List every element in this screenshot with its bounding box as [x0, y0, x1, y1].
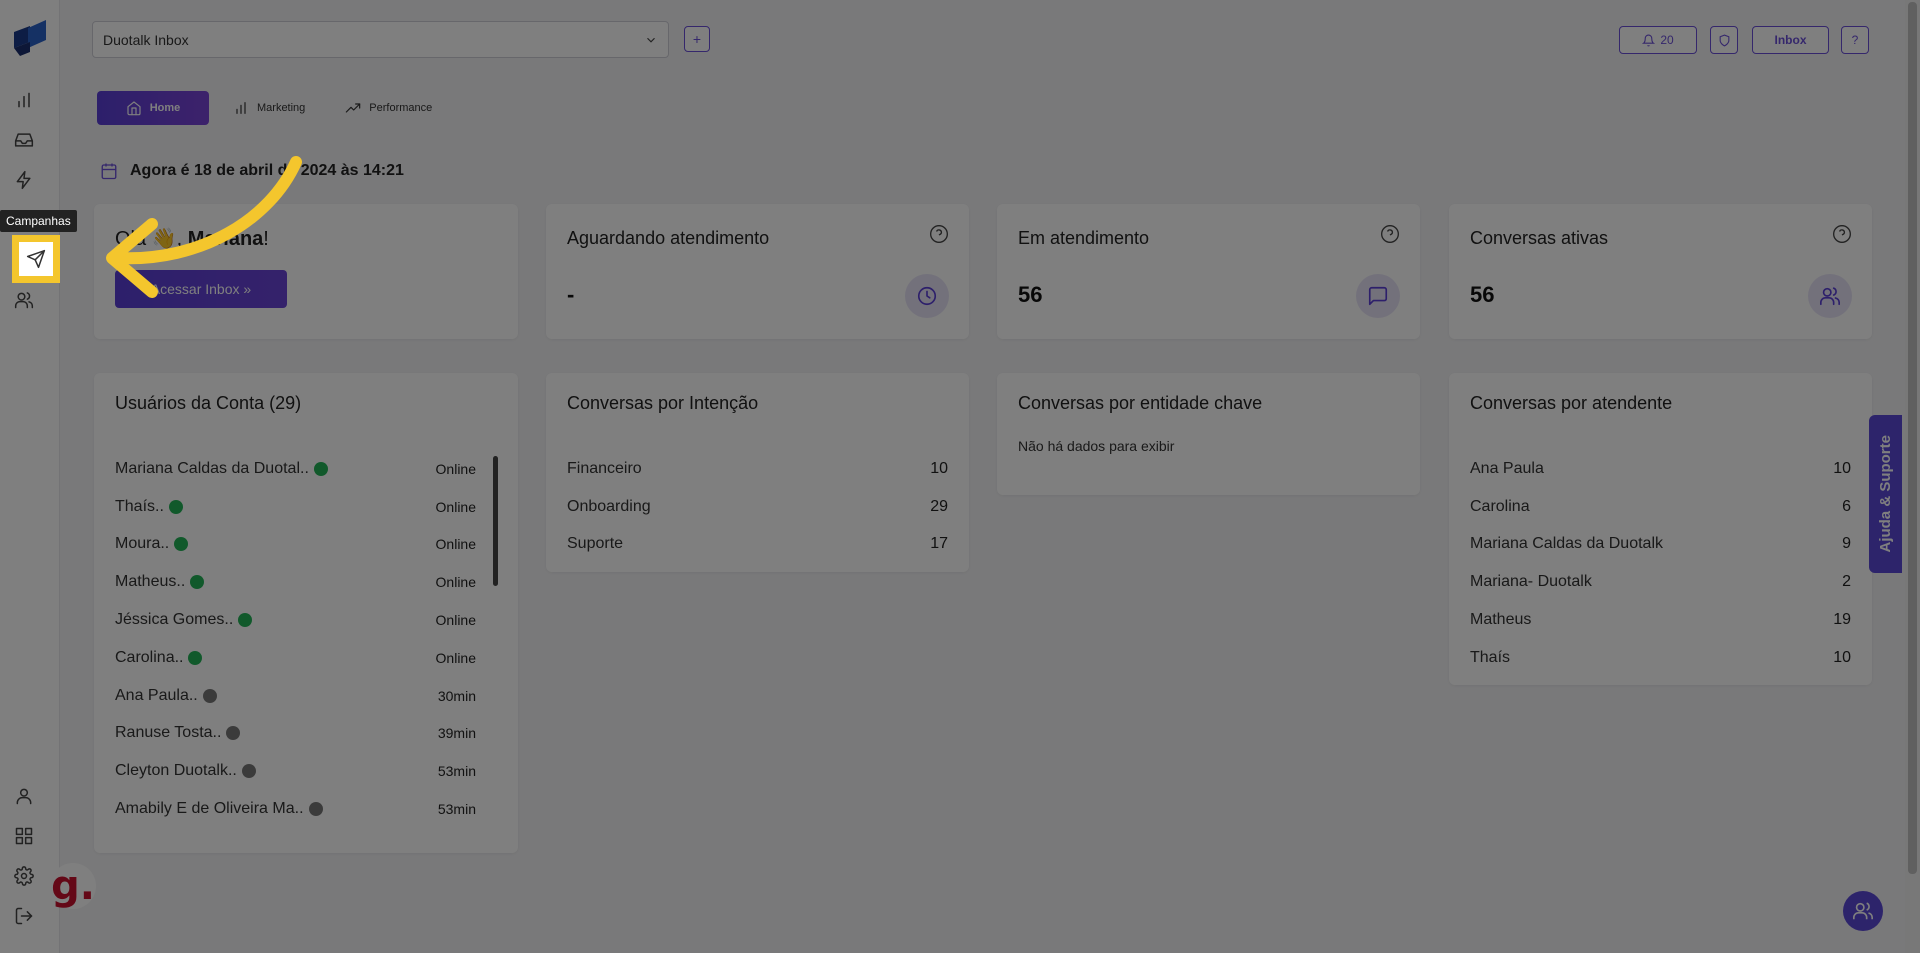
campaigns-nav-highlight[interactable]	[12, 235, 60, 283]
send-icon	[26, 249, 46, 269]
campaigns-tooltip: Campanhas	[0, 210, 77, 232]
tutorial-overlay	[0, 0, 1920, 953]
